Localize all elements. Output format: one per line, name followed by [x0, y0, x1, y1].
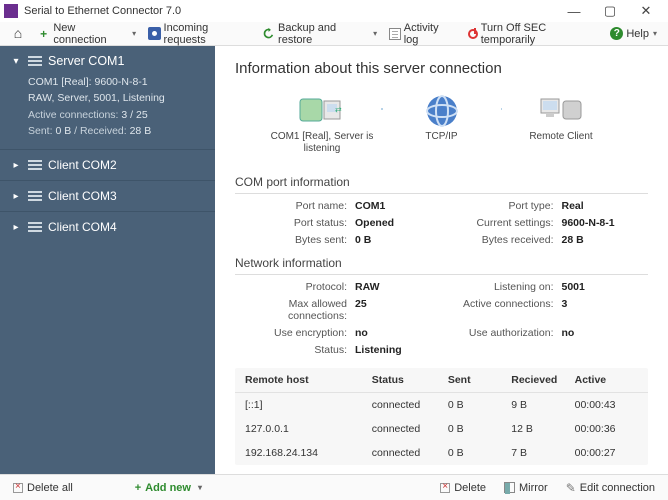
table-row[interactable]: [::1]connected0 B9 B00:00:43: [235, 393, 648, 417]
window-title: Serial to Ethernet Connector 7.0: [24, 5, 181, 17]
activity-log-button[interactable]: Activity log: [384, 20, 459, 48]
incoming-requests-label: Incoming requests: [164, 22, 250, 46]
active-connections-value: 3: [562, 298, 568, 322]
chevron-down-icon: ▾: [198, 483, 202, 492]
port-status-value: Opened: [355, 217, 394, 229]
net-status-value: Listening: [355, 344, 402, 356]
max-connections-value: 25: [355, 298, 367, 322]
chevron-down-icon: ▾: [10, 56, 22, 67]
svg-text:⇄: ⇄: [335, 105, 342, 114]
flow-line: [381, 108, 383, 110]
toolbar: ⌂ + New connection ▾ Incoming requests B…: [0, 22, 668, 46]
flow-node-label: COM1 [Real], Server is listening: [263, 131, 381, 155]
table-row[interactable]: 127.0.0.1connected0 B12 B00:00:36: [235, 417, 648, 441]
com-port-icon: ⇄: [298, 91, 346, 131]
turn-off-label: Turn Off SEC temporarily: [481, 22, 599, 46]
sidebar-client-item[interactable]: ▸ Client COM4: [0, 211, 215, 242]
server-name: Server COM1: [48, 54, 124, 68]
client-name: Client COM2: [48, 158, 117, 172]
network-section: Network information Protocol:RAW Listeni…: [235, 252, 648, 356]
backup-icon: [262, 27, 275, 41]
flow-node-remote: Remote Client: [502, 91, 620, 155]
power-icon: [468, 29, 478, 39]
listening-value: 5001: [562, 281, 585, 293]
help-button[interactable]: ? Help ▾: [605, 25, 662, 42]
flow-node-label: TCP/IP: [425, 131, 457, 155]
flow-node-label: Remote Client: [529, 131, 592, 155]
flow-line: [501, 108, 503, 110]
client-icon: [28, 191, 42, 201]
chevron-right-icon: ▸: [10, 222, 22, 233]
mirror-button[interactable]: Mirror: [499, 480, 553, 496]
home-button[interactable]: ⌂: [6, 25, 30, 43]
incoming-icon: [148, 27, 160, 40]
activity-log-label: Activity log: [404, 22, 454, 46]
com-port-section: COM port information Port name:COM1 Port…: [235, 171, 648, 246]
table-header: Remote host Status Sent Recieved Active: [235, 368, 648, 393]
app-icon: [4, 4, 18, 18]
remote-client-icon: [537, 91, 585, 131]
chevron-right-icon: ▸: [10, 160, 22, 171]
server-info-2: RAW, Server, 5001, Listening: [28, 90, 205, 106]
client-icon: [28, 160, 42, 170]
footer: Delete all +Add new▾ Delete Mirror ✎Edit…: [0, 474, 668, 500]
encryption-value: no: [355, 327, 368, 339]
globe-icon: [418, 91, 466, 131]
sidebar: ▾ Server COM1 COM1 [Real]: 9600-N-8-1 RA…: [0, 46, 215, 474]
table-row[interactable]: 192.168.24.134connected0 B7 B00:00:27: [235, 441, 648, 465]
edit-connection-button[interactable]: ✎Edit connection: [561, 479, 660, 497]
chevron-down-icon: ▾: [132, 29, 136, 38]
log-icon: [389, 28, 401, 40]
sidebar-server-item[interactable]: ▾ Server COM1 COM1 [Real]: 9600-N-8-1 RA…: [0, 46, 215, 149]
server-info-1: COM1 [Real]: 9600-N-8-1: [28, 74, 205, 90]
client-name: Client COM3: [48, 189, 117, 203]
protocol-value: RAW: [355, 281, 380, 293]
connection-flow: ⇄ COM1 [Real], Server is listening TCP/I…: [235, 91, 648, 165]
new-connection-button[interactable]: + New connection ▾: [32, 20, 141, 48]
delete-button[interactable]: Delete: [435, 480, 491, 496]
backup-restore-button[interactable]: Backup and restore ▾: [257, 20, 383, 48]
incoming-requests-button[interactable]: Incoming requests: [143, 20, 255, 48]
help-icon: ?: [610, 27, 623, 40]
bytes-sent-value: 0 B: [355, 234, 371, 246]
backup-restore-label: Backup and restore: [278, 22, 369, 46]
client-name: Client COM4: [48, 220, 117, 234]
authorization-value: no: [562, 327, 575, 339]
port-type-value: Real: [562, 200, 584, 212]
main-panel: Information about this server connection…: [215, 46, 668, 474]
close-button[interactable]: ✕: [628, 0, 664, 22]
chevron-right-icon: ▸: [10, 191, 22, 202]
home-icon: ⌂: [11, 26, 25, 40]
chevron-down-icon: ▾: [373, 29, 377, 38]
delete-icon: [440, 483, 450, 493]
port-name-value: COM1: [355, 200, 385, 212]
delete-all-button[interactable]: Delete all: [8, 480, 78, 496]
flow-node-com: ⇄ COM1 [Real], Server is listening: [263, 91, 381, 155]
help-label: Help: [626, 28, 649, 40]
turn-off-button[interactable]: Turn Off SEC temporarily: [463, 20, 603, 48]
server-active: Active connections: 3 / 25: [28, 107, 205, 123]
flow-node-tcp: TCP/IP: [383, 91, 501, 155]
sidebar-client-item[interactable]: ▸ Client COM3: [0, 180, 215, 211]
server-icon: [28, 56, 42, 66]
server-traffic: Sent: 0 B / Received: 28 B: [28, 123, 205, 139]
bytes-received-value: 28 B: [562, 234, 584, 246]
plus-icon: +: [135, 482, 141, 494]
mirror-icon: [504, 482, 515, 493]
client-icon: [28, 222, 42, 232]
add-new-button[interactable]: +Add new▾: [130, 480, 207, 496]
remote-host-table: Remote host Status Sent Recieved Active …: [235, 368, 648, 465]
section-title: Network information: [235, 252, 648, 275]
edit-icon: ✎: [566, 481, 576, 495]
delete-icon: [13, 483, 23, 493]
sidebar-client-item[interactable]: ▸ Client COM2: [0, 149, 215, 180]
new-connection-label: New connection: [53, 22, 128, 46]
current-settings-value: 9600-N-8-1: [562, 217, 615, 229]
plus-icon: +: [37, 27, 50, 41]
chevron-down-icon: ▾: [653, 29, 657, 38]
page-title: Information about this server connection: [235, 60, 648, 77]
section-title: COM port information: [235, 171, 648, 194]
